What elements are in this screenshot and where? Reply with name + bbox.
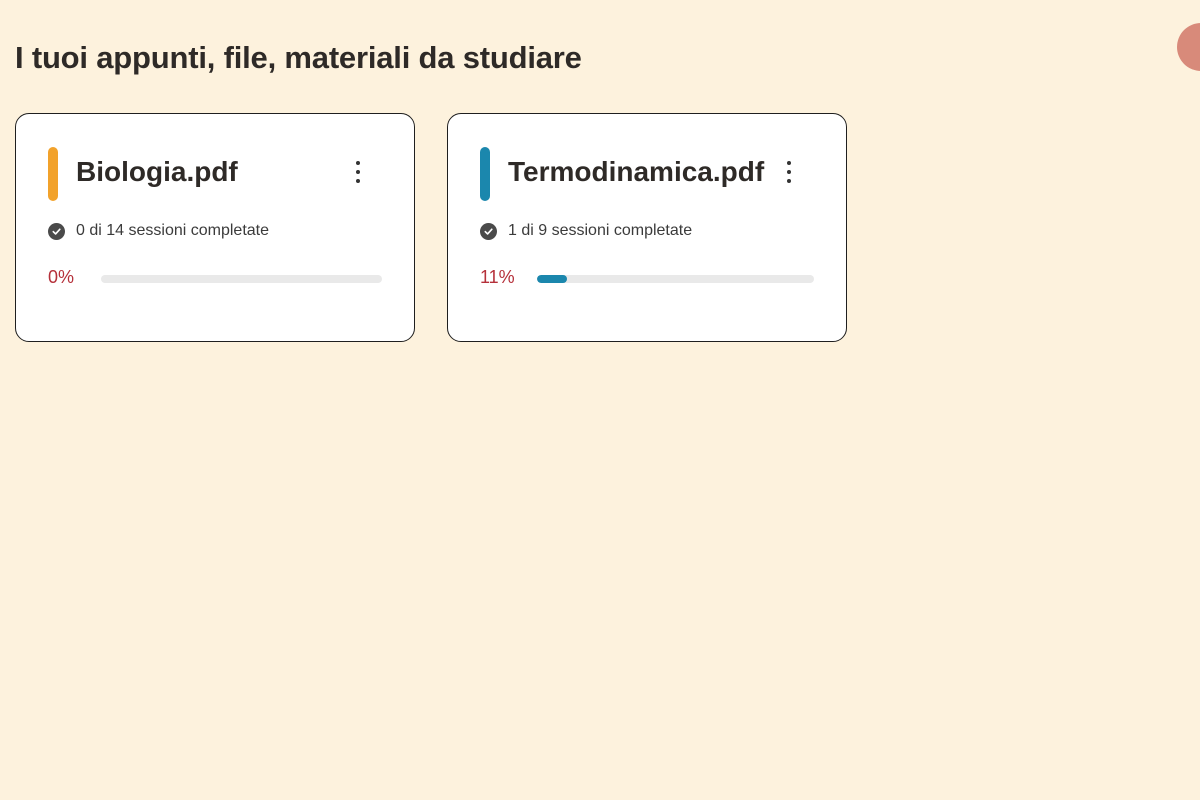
avatar[interactable] [1177, 23, 1200, 71]
file-name[interactable]: Termodinamica.pdf [508, 156, 764, 188]
progress-bar [101, 275, 382, 283]
progress-percent: 11% [480, 267, 515, 287]
card-accent-bar [480, 147, 490, 201]
sessions-count: 0 di 14 sessioni completate [76, 222, 269, 239]
sessions-row: 1 di 9 sessioni completate [480, 222, 692, 240]
check-circle-icon [48, 222, 65, 240]
file-card-biologia[interactable]: Biologia.pdf 0 di 14 sessioni completate… [15, 113, 415, 342]
more-vertical-icon[interactable] [350, 158, 366, 186]
sessions-row: 0 di 14 sessioni completate [48, 222, 269, 240]
progress-percent: 0% [48, 267, 75, 287]
check-circle-icon [480, 222, 497, 240]
more-vertical-icon[interactable] [781, 158, 797, 186]
file-card-termodinamica[interactable]: Termodinamica.pdf 1 di 9 sessioni comple… [447, 113, 847, 342]
progress-bar [537, 275, 814, 283]
card-accent-bar [48, 147, 58, 201]
page-title: I tuoi appunti, file, materiali da studi… [15, 40, 582, 75]
sessions-count: 1 di 9 sessioni completate [508, 222, 693, 239]
file-name[interactable]: Biologia.pdf [76, 156, 238, 188]
progress-bar-fill [537, 275, 568, 283]
